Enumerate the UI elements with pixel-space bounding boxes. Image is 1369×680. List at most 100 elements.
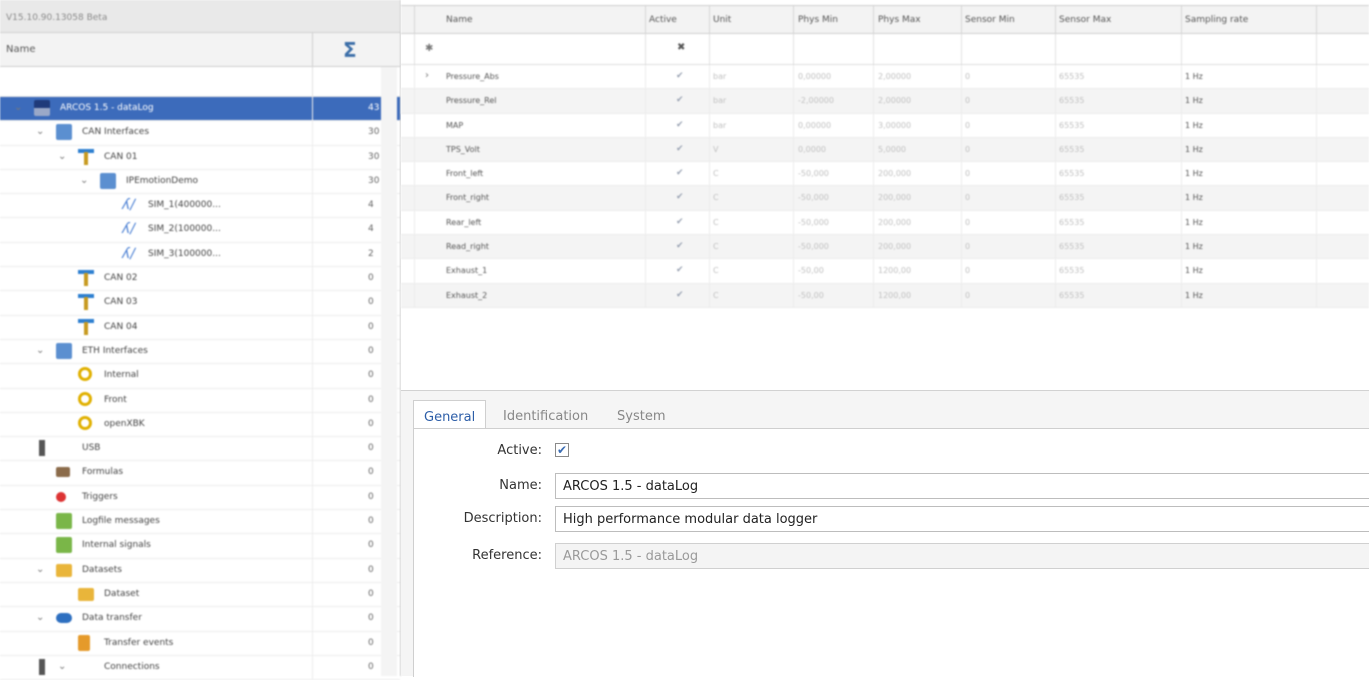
column-separator — [961, 186, 962, 210]
cell-name: MAP — [446, 120, 464, 130]
column-separator — [1316, 186, 1317, 210]
tree-item[interactable]: Triggers 0 — [0, 485, 400, 511]
active-checkbox[interactable]: ✔ — [676, 95, 686, 105]
device-icon — [34, 100, 50, 116]
row-pointer-icon: › — [425, 70, 429, 81]
grid-column-header[interactable]: Sampling rate — [1185, 15, 1248, 25]
grid-column-header[interactable]: Phys Max — [878, 15, 921, 25]
table-row[interactable]: Pressure_Rel ✔ bar -2,00000 2,00000 0 65535 1 H… — [401, 89, 1369, 114]
grid-column-header[interactable]: Active — [649, 15, 677, 25]
grid-column-header[interactable]: Sensor Max — [1059, 15, 1111, 25]
tree-item[interactable]: ⌄ CAN 01 30 — [0, 145, 400, 170]
tree-item[interactable]: Dataset 0 — [0, 582, 400, 608]
grid-new-row[interactable]: ✱ ✖ — [401, 34, 1369, 65]
tree-item-label: ETH Interfaces — [82, 345, 148, 356]
filter-clear-icon[interactable]: ✖ — [677, 42, 685, 53]
expand-chevron-icon[interactable]: ⌄ — [14, 102, 22, 113]
tree-item-label: CAN 03 — [104, 297, 138, 308]
active-checkbox[interactable]: ✔ — [676, 192, 686, 202]
active-checkbox[interactable]: ✔ — [676, 241, 686, 251]
active-checkbox[interactable]: ✔ — [676, 144, 686, 154]
cell-phys-min: -50,000 — [798, 169, 829, 179]
tree-item-count: 0 — [368, 491, 374, 502]
tree-filter-row[interactable] — [0, 67, 400, 97]
tree-item[interactable]: Logfile messages 0 — [0, 510, 400, 535]
active-row: Active: ✔ — [414, 438, 1369, 464]
description-row: Description: — [414, 506, 1369, 532]
tree-item[interactable]: ⌄ ETH Interfaces 0 — [0, 339, 400, 365]
expand-chevron-icon[interactable]: ⌄ — [36, 345, 44, 356]
active-checkbox[interactable]: ✔ — [555, 443, 569, 457]
active-checkbox[interactable]: ✔ — [676, 265, 686, 275]
expand-chevron-icon[interactable]: ⌄ — [36, 564, 44, 575]
grid-column-header[interactable]: Name — [446, 15, 473, 25]
grid-column-header[interactable]: Phys Min — [798, 15, 838, 25]
sum-icon[interactable]: Σ — [343, 38, 357, 62]
tree-item[interactable]: ⌄ IPEmotionDemo 30 — [0, 169, 400, 195]
expand-chevron-icon[interactable]: ⌄ — [36, 126, 44, 137]
tree-item-label: USB — [82, 443, 101, 454]
tree-scrollbar[interactable] — [381, 67, 397, 676]
active-checkbox[interactable]: ✔ — [676, 168, 686, 178]
grid-column-header[interactable]: Sensor Min — [965, 15, 1015, 25]
tree-item[interactable]: ⌄ CAN Interfaces 30 — [0, 121, 400, 146]
column-separator — [1181, 283, 1182, 307]
tree-item[interactable]: ⌄ Connections 0 — [0, 655, 400, 680]
tree-item[interactable]: CAN 03 0 — [0, 291, 400, 316]
table-row[interactable]: › Pressure_Abs ✔ bar 0,00000 2,00000 0 65535 1 H… — [401, 65, 1369, 90]
tree-item[interactable]: Internal signals 0 — [0, 534, 400, 559]
expand-chevron-icon[interactable]: ⌄ — [80, 175, 88, 186]
tab-general[interactable]: General — [413, 400, 487, 429]
column-separator — [793, 259, 794, 283]
column-separator — [414, 283, 415, 307]
tree-item[interactable]: ʎ∕ SIM_2(100000... 4 — [0, 218, 400, 243]
column-separator — [312, 218, 313, 242]
tree-item[interactable]: ʎ∕ SIM_1(400000... 4 — [0, 194, 400, 219]
name-field[interactable] — [555, 473, 1369, 499]
table-row[interactable]: TPS_Volt ✔ V 0,0000 5,0000 0 65535 1 Hz — [401, 137, 1369, 163]
table-row[interactable]: Read_right ✔ C -50,000 200,000 0 65535 1 Hz — [401, 235, 1369, 260]
tree-item[interactable]: ⌄ Data transfer 0 — [0, 607, 400, 632]
grid-column-header[interactable]: Unit — [713, 15, 731, 25]
tab-system[interactable]: System — [607, 400, 675, 428]
tree-item[interactable]: USB 0 — [0, 437, 400, 462]
usb-icon — [39, 658, 45, 675]
column-separator — [414, 137, 415, 162]
table-row[interactable]: MAP ✔ bar 0,00000 3,00000 0 65535 1 Hz — [401, 113, 1369, 138]
column-separator — [1181, 162, 1182, 186]
tree-item[interactable]: Formulas 0 — [0, 461, 400, 486]
expand-chevron-icon[interactable]: ⌄ — [58, 661, 66, 672]
tree-column-name[interactable]: Name — [6, 44, 36, 55]
active-checkbox[interactable]: ✔ — [676, 120, 686, 130]
tree-item[interactable]: ⌄ Datasets 0 — [0, 558, 400, 583]
tree-item[interactable]: CAN 04 0 — [0, 315, 400, 340]
expand-chevron-icon[interactable]: ⌄ — [36, 612, 44, 623]
tree-item-label: IPEmotionDemo — [126, 175, 199, 186]
tree-item[interactable]: CAN 02 0 — [0, 267, 400, 292]
table-row[interactable]: Front_left ✔ C -50,000 200,000 0 65535 1 Hz — [401, 162, 1369, 187]
tree-item[interactable]: openXBK 0 — [0, 412, 400, 438]
column-separator — [1181, 34, 1182, 64]
tab-identification[interactable]: Identification — [493, 400, 598, 428]
column-separator — [1055, 89, 1056, 113]
folder-icon — [56, 563, 72, 577]
description-field[interactable] — [555, 506, 1369, 532]
tree-item[interactable]: ʎ∕ SIM_3(100000... 2 — [0, 242, 400, 268]
table-row[interactable]: Exhaust_1 ✔ C -50,00 1200,00 0 65535 1 Hz — [401, 259, 1369, 284]
active-checkbox[interactable]: ✔ — [676, 71, 686, 81]
column-separator — [961, 283, 962, 307]
tree-item[interactable]: Transfer events 0 — [0, 631, 400, 656]
cell-sensor-max: 65535 — [1059, 242, 1085, 252]
table-row[interactable]: Rear_left ✔ C -50,000 200,000 0 65535 1 Hz — [401, 210, 1369, 236]
table-row[interactable]: Front_right ✔ C -50,000 200,000 0 65535 1 Hz — [401, 186, 1369, 211]
tree-item-label: Front — [104, 394, 127, 405]
tree-item[interactable]: Internal 0 — [0, 364, 400, 389]
tree-item-label: openXBK — [104, 418, 145, 429]
active-checkbox[interactable]: ✔ — [676, 217, 686, 227]
cell-sensor-min: 0 — [965, 72, 971, 81]
tree-item[interactable]: ⌄ ARCOS 1.5 - dataLog 43 — [0, 97, 400, 122]
expand-chevron-icon[interactable]: ⌄ — [58, 151, 66, 162]
tree-item[interactable]: Front 0 — [0, 388, 400, 413]
table-row[interactable]: Exhaust_2 ✔ C -50,00 1200,00 0 65535 1 Hz — [401, 283, 1369, 308]
active-checkbox[interactable]: ✔ — [676, 290, 686, 300]
